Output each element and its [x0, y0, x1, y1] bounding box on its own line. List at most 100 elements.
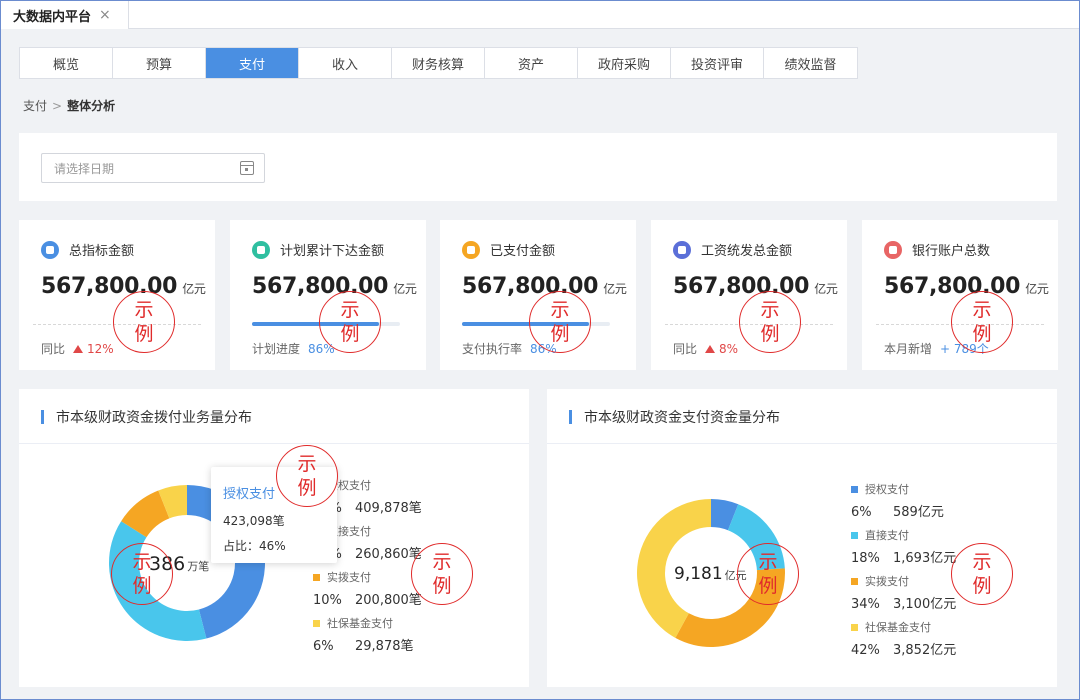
legend-swatch	[313, 573, 320, 581]
legend-swatch	[851, 485, 858, 493]
arrow-up-icon	[73, 344, 84, 353]
legend-item[interactable]: 实拨支付 10% 200,800笔	[313, 569, 422, 615]
card-foot-label: 同比	[673, 342, 698, 356]
salary-icon	[673, 240, 691, 259]
card-unit: 亿元	[1025, 282, 1049, 296]
card-foot-label: 同比	[41, 342, 66, 356]
tab-budget[interactable]: 预算	[113, 48, 206, 78]
card-title: 工资统发总金额	[701, 244, 793, 259]
card-value: 567,800.00	[673, 274, 810, 299]
sample-stamp: 示例	[739, 291, 801, 353]
tab-procurement[interactable]: 政府采购	[578, 48, 671, 78]
card-unit: 亿元	[182, 282, 206, 296]
tab-overview[interactable]: 概览	[20, 48, 113, 78]
close-icon[interactable]: ×	[99, 7, 111, 23]
sample-stamp: 示例	[276, 445, 338, 507]
legend-item[interactable]: 社保基金支付 42% 3,852亿元	[851, 619, 956, 665]
sample-stamp: 示例	[737, 543, 799, 605]
sample-stamp: 示例	[951, 543, 1013, 605]
legend-pct: 34%	[851, 597, 880, 612]
chart-title: 市本级财政资金支付资金量分布	[584, 410, 780, 426]
sample-stamp: 示例	[111, 543, 173, 605]
plan-icon	[252, 240, 270, 259]
sample-stamp: 示例	[113, 291, 175, 353]
legend-amount: 409,878笔	[355, 501, 422, 516]
stat-card-plan-issued: 计划累计下达金额 567,800.00 亿元 计划进度 86%	[230, 220, 426, 370]
card-unit: 亿元	[393, 282, 417, 296]
legend-name: 社保基金支付	[327, 617, 393, 630]
title-marker	[41, 410, 44, 424]
divider	[19, 443, 529, 444]
legend-pct: 18%	[851, 551, 880, 566]
sample-stamp: 示例	[951, 291, 1013, 353]
tab-payment[interactable]: 支付	[206, 48, 299, 78]
card-value: 567,800.00	[884, 274, 1021, 299]
stat-card-paid-amount: 已支付金额 567,800.00 亿元 支付执行率 86%	[440, 220, 636, 370]
stat-card-salary: 工资统发总金额 567,800.00 亿元 同比 8%	[651, 220, 847, 370]
tab-income[interactable]: 收入	[299, 48, 392, 78]
card-title: 已支付金额	[490, 244, 556, 259]
breadcrumb-parent[interactable]: 支付	[23, 99, 47, 113]
legend-amount: 3,100亿元	[893, 597, 957, 612]
stat-card-bank-accounts: 银行账户总数 567,800.00 亿元 本月新增 + 789个	[862, 220, 1058, 370]
card-unit: 亿元	[603, 282, 627, 296]
page-tab[interactable]: 大数据内平台 ×	[1, 1, 129, 29]
legend-name: 社保基金支付	[865, 621, 931, 634]
tab-investment-review[interactable]: 投资评审	[671, 48, 764, 78]
tab-performance[interactable]: 绩效监督	[764, 48, 857, 78]
card-foot-value: 8%	[719, 341, 739, 356]
card-foot-value: 12%	[87, 341, 114, 356]
legend-item[interactable]: 直接支付 18% 1,693亿元	[851, 527, 956, 573]
module-nav: 概览 预算 支付 收入 财务核算 资产 政府采购 投资评审 绩效监督	[19, 47, 858, 79]
breadcrumb-separator: >	[52, 99, 63, 113]
legend-swatch	[851, 623, 858, 631]
tab-accounting[interactable]: 财务核算	[392, 48, 485, 78]
date-picker-input[interactable]: 请选择日期	[41, 153, 265, 183]
tab-assets[interactable]: 资产	[485, 48, 578, 78]
card-foot-label: 支付执行率	[462, 342, 523, 356]
legend-swatch	[313, 619, 320, 627]
legend-name: 实拨支付	[327, 571, 371, 584]
sample-stamp: 示例	[411, 543, 473, 605]
legend-swatch	[851, 577, 858, 585]
card-foot-label: 本月新增	[884, 342, 933, 356]
legend-pct: 10%	[313, 593, 342, 608]
card-title: 银行账户总数	[912, 244, 991, 259]
legend-swatch	[851, 531, 858, 539]
wallet-icon	[462, 240, 480, 259]
bank-card-icon	[884, 240, 902, 259]
sample-stamp: 示例	[319, 291, 381, 353]
card-value: 567,800.00	[252, 274, 389, 299]
chart-panel-fund-amount: 市本级财政资金支付资金量分布 9,181 亿元 授权支付 6% 589亿元 直接支付 1…	[547, 389, 1057, 687]
stat-card-total-quota: 总指标金额 567,800.00 亿元 同比 12%	[19, 220, 215, 370]
legend-amount: 3,852亿元	[893, 643, 957, 658]
top-tab-bar: 大数据内平台 ×	[1, 1, 1079, 29]
legend-amount: 589亿元	[893, 505, 944, 520]
sample-stamp: 示例	[529, 291, 591, 353]
tooltip-ratio: 占比：46%	[223, 539, 286, 553]
legend-item[interactable]: 授权支付 6% 589亿元	[851, 481, 956, 527]
legend-pct: 6%	[851, 505, 872, 520]
legend-item[interactable]: 社保基金支付 6% 29,878笔	[313, 615, 422, 661]
coins-icon	[41, 240, 59, 259]
legend-name: 实拨支付	[865, 575, 909, 588]
calendar-icon[interactable]	[240, 161, 254, 175]
filter-panel: 请选择日期	[19, 133, 1057, 201]
legend-amount: 29,878笔	[355, 639, 414, 654]
breadcrumb-current: 整体分析	[67, 99, 116, 113]
title-marker	[569, 410, 572, 424]
chart-legend-right: 授权支付 6% 589亿元 直接支付 18% 1,693亿元 实拨支付 34% 3,100亿…	[851, 481, 956, 665]
date-placeholder: 请选择日期	[54, 161, 115, 176]
card-title: 总指标金额	[69, 244, 135, 259]
page-tab-label: 大数据内平台	[13, 9, 92, 25]
center-unit: 万笔	[187, 560, 210, 573]
card-unit: 亿元	[814, 282, 838, 296]
arrow-up-icon	[705, 344, 716, 353]
chart-title: 市本级财政资金拨付业务量分布	[56, 410, 252, 426]
chart-center-value: 9,181 亿元	[674, 564, 747, 584]
card-value: 567,800.00	[462, 274, 599, 299]
legend-item[interactable]: 实拨支付 34% 3,100亿元	[851, 573, 956, 619]
center-number: 9,181	[674, 564, 723, 584]
legend-pct: 42%	[851, 643, 880, 658]
tooltip-count: 423,098笔	[223, 514, 285, 528]
